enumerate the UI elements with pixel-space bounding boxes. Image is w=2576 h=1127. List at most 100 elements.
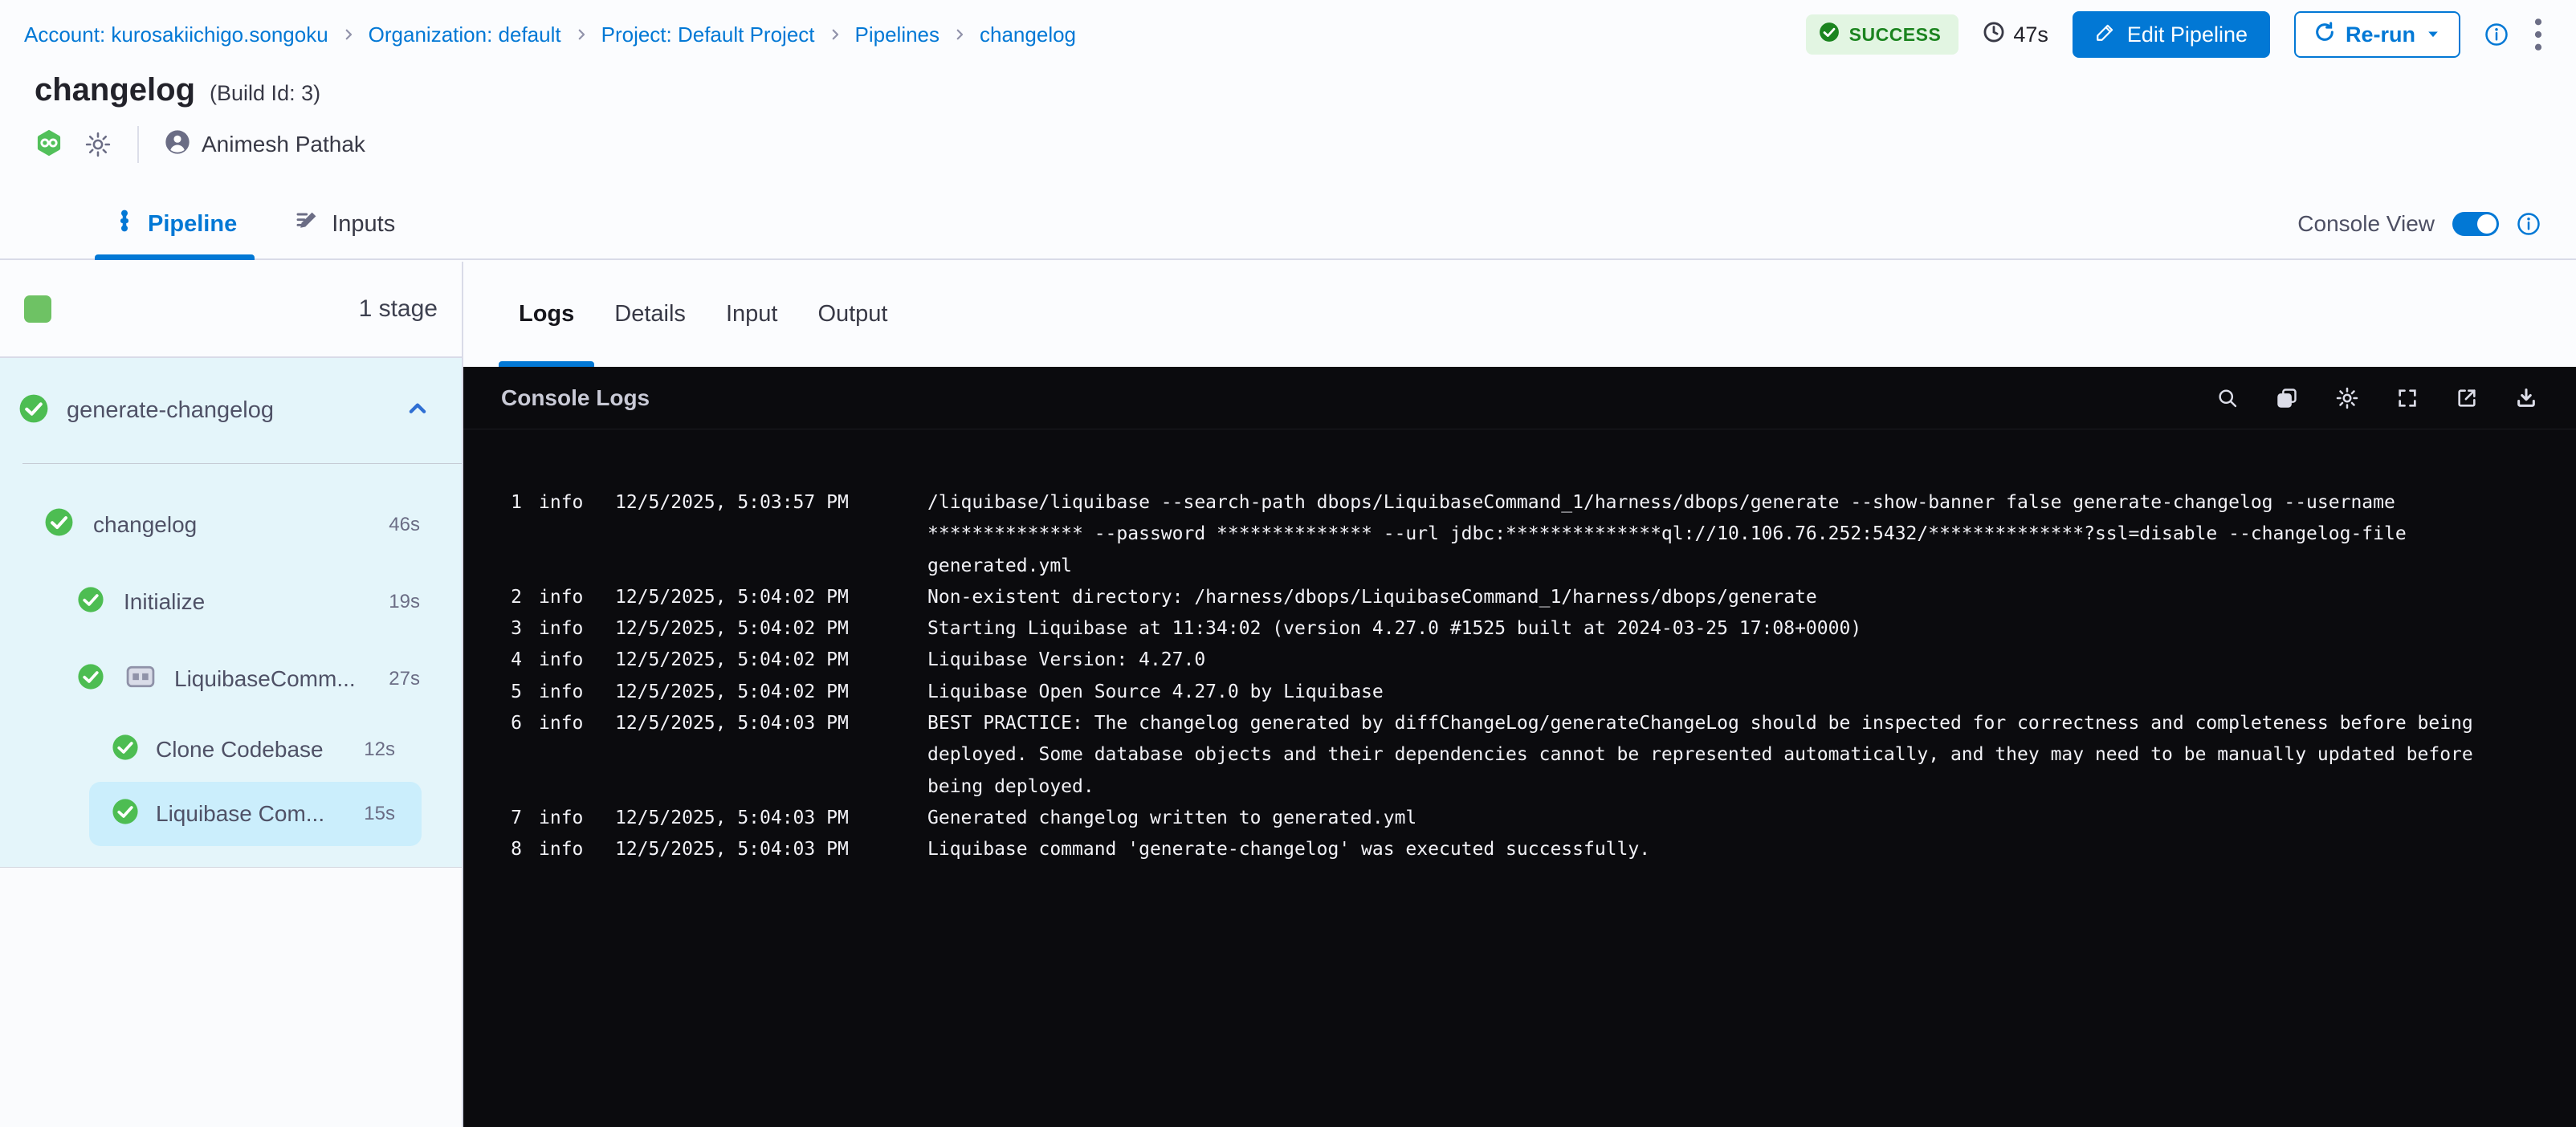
tab-inputs[interactable]: Inputs — [277, 189, 413, 258]
breadcrumb-project[interactable]: Project: Default Project — [601, 22, 815, 47]
pipeline-settings-gear-icon[interactable] — [84, 131, 112, 158]
breadcrumb-organization[interactable]: Organization: default — [369, 22, 561, 47]
inputs-edit-icon — [295, 208, 320, 240]
search-icon[interactable] — [2216, 387, 2239, 409]
log-line: 1info12/5/2025, 5:03:57 PM/liquibase/liq… — [511, 487, 2505, 582]
step-row-changelog[interactable]: changelog 46s — [0, 486, 462, 564]
log-line-number: 2 — [511, 582, 522, 613]
pencil-icon — [2095, 22, 2116, 48]
tab-input[interactable]: Input — [706, 262, 798, 367]
breadcrumb-account[interactable]: Account: kurosakiichigo.songoku — [24, 22, 328, 47]
check-circle-icon — [112, 734, 139, 767]
author-name: Animesh Pathak — [202, 132, 365, 157]
copy-icon[interactable] — [2276, 387, 2298, 409]
settings-icon[interactable] — [2335, 386, 2359, 410]
step-duration: 12s — [364, 738, 395, 761]
log-message: Liquibase Version: 4.27.0 — [927, 645, 2505, 676]
tab-logs[interactable]: Logs — [499, 262, 594, 367]
stage-status-square-icon — [24, 295, 51, 323]
console-toolbar — [2216, 386, 2537, 410]
log-line: 8info12/5/2025, 5:04:03 PMLiquibase comm… — [511, 834, 2505, 865]
rerun-button[interactable]: Re-run — [2294, 11, 2460, 58]
step-row-initialize[interactable]: Initialize 19s — [0, 564, 462, 641]
tab-output-label: Output — [817, 301, 887, 328]
top-bar: Account: kurosakiichigo.songoku Organiza… — [0, 0, 2576, 69]
log-message: Liquibase Open Source 4.27.0 by Liquibas… — [927, 677, 2505, 708]
log-line-number: 6 — [511, 708, 522, 739]
breadcrumb-pipelines[interactable]: Pipelines — [855, 22, 940, 47]
log-timestamp: 12/5/2025, 5:03:57 PM — [615, 487, 850, 519]
log-timestamp: 12/5/2025, 5:04:03 PM — [615, 708, 850, 739]
breadcrumb-separator-icon — [828, 27, 842, 42]
page-title: changelog — [35, 72, 195, 108]
tab-output[interactable]: Output — [797, 262, 907, 367]
tab-details-label: Details — [614, 301, 686, 328]
log-timestamp: 12/5/2025, 5:04:02 PM — [615, 613, 850, 645]
console-view-control: Console View — [2297, 211, 2576, 237]
content-area: 1 stage generate-changelog changelog 46s — [0, 262, 2576, 1127]
more-options-kebab-icon[interactable] — [2533, 17, 2544, 52]
step-duration: 19s — [389, 591, 420, 613]
log-timestamp: 12/5/2025, 5:04:03 PM — [615, 834, 850, 865]
tab-inputs-label: Inputs — [332, 211, 395, 238]
build-id-label: (Build Id: 3) — [210, 81, 320, 106]
log-line-number: 8 — [511, 834, 522, 865]
log-level: info — [539, 677, 585, 708]
tab-pipeline[interactable]: Pipeline — [95, 189, 255, 258]
log-message: /liquibase/liquibase --search-path dbops… — [927, 487, 2505, 582]
step-detail-panel: Logs Details Input Output Console Logs — [463, 262, 2576, 1127]
tab-details[interactable]: Details — [594, 262, 706, 367]
rerun-label: Re-run — [2346, 22, 2415, 47]
step-row-liquibase-command-group[interactable]: LiquibaseComm... 27s — [0, 641, 462, 718]
console-logs-header: Console Logs — [463, 367, 2576, 429]
vertical-divider — [137, 126, 139, 163]
execution-info-icon[interactable] — [2484, 22, 2509, 47]
log-line: 2info12/5/2025, 5:04:02 PMNon-existent d… — [511, 582, 2505, 613]
step-row-clone-codebase[interactable]: Clone Codebase 12s — [89, 718, 422, 782]
fullscreen-icon[interactable] — [2396, 387, 2419, 409]
log-line: 7info12/5/2025, 5:04:03 PMGenerated chan… — [511, 803, 2505, 834]
log-line: 5info12/5/2025, 5:04:02 PMLiquibase Open… — [511, 677, 2505, 708]
breadcrumb-separator-icon — [341, 27, 356, 42]
step-row-liquibase-command[interactable]: Liquibase Com... 15s — [89, 782, 422, 846]
chevron-up-icon[interactable] — [406, 397, 430, 425]
clock-icon — [1983, 21, 2005, 49]
chevron-down-icon — [2425, 22, 2441, 47]
log-message: Non-existent directory: /harness/dbops/L… — [927, 582, 2505, 613]
log-level: info — [539, 487, 585, 519]
stage-sidebar: 1 stage generate-changelog changelog 46s — [0, 262, 463, 1127]
tab-logs-label: Logs — [519, 301, 574, 328]
log-message: Generated changelog written to generated… — [927, 803, 2505, 834]
execution-title: changelog (Build Id: 3) — [35, 72, 320, 108]
log-level: info — [539, 582, 585, 613]
breadcrumb-pipeline-name[interactable]: changelog — [980, 22, 1076, 47]
log-level: info — [539, 645, 585, 676]
ci-module-hexagon-icon — [35, 128, 63, 161]
edit-pipeline-button[interactable]: Edit Pipeline — [2073, 11, 2270, 58]
step-name: Initialize — [124, 589, 389, 615]
console-view-toggle[interactable] — [2452, 212, 2499, 236]
download-icon[interactable] — [2515, 387, 2537, 409]
log-line: 3info12/5/2025, 5:04:02 PMStarting Liqui… — [511, 613, 2505, 645]
sidebar-empty-area — [0, 867, 462, 1127]
step-name: Clone Codebase — [156, 737, 364, 763]
log-level: info — [539, 708, 585, 739]
log-line-number: 4 — [511, 645, 522, 676]
breadcrumb-separator-icon — [952, 27, 967, 42]
open-in-new-icon[interactable] — [2456, 387, 2478, 409]
edit-pipeline-label: Edit Pipeline — [2127, 22, 2248, 47]
console-logs-panel: Console Logs 1info12/5/2025, 5:03:57 PM/… — [463, 367, 2576, 1127]
pipeline-execution-page: Account: kurosakiichigo.songoku Organiza… — [0, 0, 2576, 1127]
log-line-number: 5 — [511, 677, 522, 708]
step-group-icon — [126, 665, 155, 694]
avatar — [165, 129, 190, 161]
log-message: BEST PRACTICE: The changelog generated b… — [927, 708, 2505, 803]
breadcrumb-separator-icon — [574, 27, 589, 42]
check-circle-icon — [1819, 22, 1840, 47]
step-duration: 46s — [389, 514, 420, 536]
step-detail-tab-bar: Logs Details Input Output — [463, 262, 2576, 367]
stage-row-generate-changelog[interactable]: generate-changelog — [0, 358, 462, 463]
check-circle-icon — [112, 798, 139, 831]
stage-name: generate-changelog — [67, 397, 406, 424]
console-view-info-icon[interactable] — [2517, 212, 2541, 236]
